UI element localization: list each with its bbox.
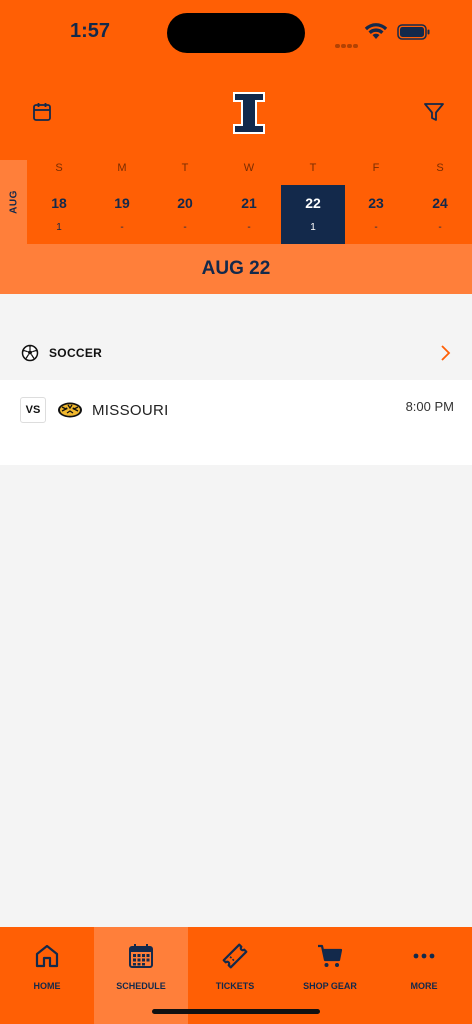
selected-date-banner: AUG 22	[0, 244, 472, 294]
wifi-icon	[364, 23, 388, 39]
day-cell[interactable]: S 18 1	[27, 160, 91, 244]
month-tab: AUG	[0, 160, 27, 244]
vs-badge: VS	[20, 397, 46, 423]
day-event-count: -	[374, 222, 378, 233]
illinois-logo	[233, 92, 265, 134]
tab-label: MORE	[410, 981, 438, 991]
tab-label: SCHEDULE	[116, 981, 166, 991]
game-card[interactable]: VS MISSOURI 8:00 PM	[0, 380, 472, 465]
opponent-name: MISSOURI	[92, 402, 169, 419]
dynamic-island	[167, 13, 305, 53]
day-number: 18	[51, 195, 67, 211]
battery-icon	[397, 24, 430, 40]
missouri-tiger-logo	[58, 402, 82, 418]
day-of-week: M	[117, 162, 127, 174]
status-bar: 1:57	[0, 0, 472, 66]
day-event-count: 1	[56, 222, 62, 233]
home-indicator[interactable]	[152, 1009, 320, 1014]
day-of-week: T	[181, 162, 189, 174]
day-event-count: -	[120, 222, 124, 233]
game-time: 8:00 PM	[405, 399, 454, 414]
day-event-count: -	[247, 222, 251, 233]
tab-label: SHOP GEAR	[303, 981, 357, 991]
day-number: 20	[177, 195, 193, 211]
day-number: 19	[114, 195, 130, 211]
status-time: 1:57	[70, 20, 111, 42]
day-cell[interactable]: S 24 -	[408, 160, 472, 244]
day-cell[interactable]: F 23 -	[344, 160, 408, 244]
cart-icon	[318, 944, 343, 967]
day-event-count: -	[438, 222, 442, 233]
chevron-right-icon[interactable]	[438, 344, 452, 362]
tab-label: HOME	[33, 981, 61, 991]
day-cell[interactable]: M 19 -	[90, 160, 154, 244]
ticket-icon	[222, 943, 248, 969]
home-icon	[35, 944, 59, 968]
app-header	[0, 66, 472, 160]
day-event-count: -	[183, 222, 187, 233]
day-number: 23	[368, 195, 384, 211]
filter-icon[interactable]	[422, 100, 446, 124]
day-number: 24	[432, 195, 448, 211]
sport-label: SOCCER	[49, 346, 103, 360]
signal-icon	[335, 35, 359, 53]
day-cell-selected[interactable]: 22 1	[281, 185, 345, 244]
tab-label: TICKETS	[215, 981, 255, 991]
day-of-week: W	[243, 162, 255, 174]
day-of-week: S	[436, 162, 444, 174]
day-of-week: F	[372, 162, 380, 174]
sport-header-row[interactable]: SOCCER	[0, 334, 472, 374]
calendar-icon[interactable]	[30, 100, 54, 124]
day-event-count: 1	[310, 222, 316, 233]
calendar-grid-icon	[129, 944, 153, 968]
day-of-week: S	[55, 162, 63, 174]
day-number: 21	[241, 195, 257, 211]
day-cell[interactable]: T 20 -	[153, 160, 217, 244]
day-of-week: T	[309, 162, 317, 174]
week-strip: AUG S 18 1 M 19 - T 20 - W 21 - T 22 1 F…	[0, 160, 472, 244]
tab-home[interactable]: HOME	[0, 927, 94, 1024]
tab-more[interactable]: MORE	[377, 927, 471, 1024]
month-label: AUG	[8, 190, 19, 214]
soccer-ball-icon	[21, 344, 39, 362]
more-icon	[413, 953, 435, 959]
day-cell[interactable]: W 21 -	[217, 160, 281, 244]
day-number: 22	[305, 195, 321, 211]
